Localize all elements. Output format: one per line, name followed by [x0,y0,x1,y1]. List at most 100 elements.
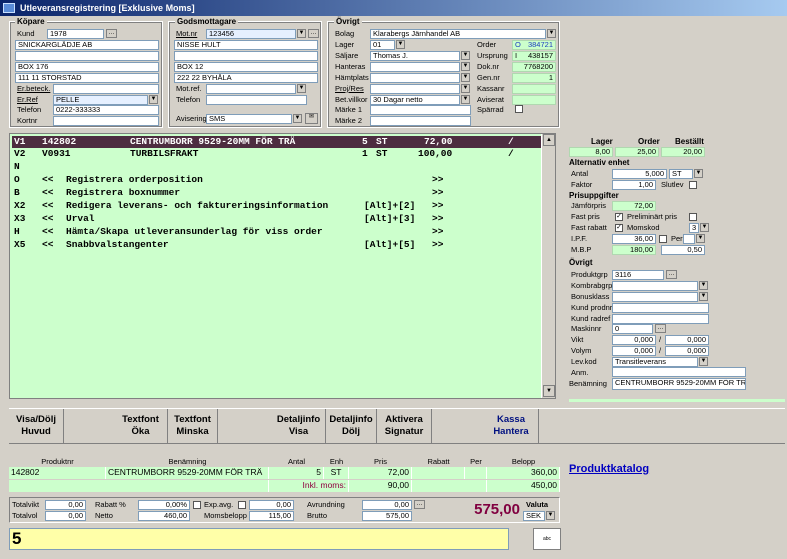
produktgrp-field[interactable]: 3116 [612,270,664,280]
godsmottagare-city-field[interactable]: 222 22 BYHÅLA [174,73,318,83]
kund-lookup-button[interactable]: … [106,29,117,38]
order-line-selected[interactable]: V1 142802 CENTRUMBORR 9529-20MM FÖR TRÄ 5 ST… [12,136,553,148]
menu-item-registrera-boxnummer[interactable]: B << Registrera boxnummer >> [12,187,553,199]
kopare-address1-field[interactable] [15,51,159,61]
valuta-field[interactable]: SEK [523,511,545,521]
command-input[interactable]: 5 [9,528,509,550]
lager-dropdown-button[interactable]: ▼ [396,40,405,49]
godsmottagare-name-field[interactable]: NISSE HULT [174,40,318,50]
row-benamning[interactable]: CENTRUMBORR 9529-20MM FÖR TRÄ [106,467,269,479]
per-field[interactable] [683,234,695,244]
projres-field[interactable] [370,84,460,94]
menu-item-urval[interactable]: X3 << Urval [Alt]+[3] >> [12,213,553,225]
faktor-field[interactable]: 1,00 [612,180,656,190]
kombrabgrp-field[interactable] [612,281,698,291]
erref-field[interactable]: PELLE [53,95,148,105]
textfont-minska-button[interactable]: Textfont Minska [168,409,218,443]
scroll-up-icon[interactable]: ▲ [543,134,555,146]
produktgrp-lookup-button[interactable]: … [666,270,677,279]
rabatt-field[interactable]: 0,00% [138,500,190,510]
kombrabgrp-dropdown-button[interactable]: ▼ [699,281,708,290]
marke2-field[interactable] [370,116,471,126]
envelope-icon[interactable]: ✉ [305,113,318,124]
fastpris-checkbox[interactable]: ✓ [615,213,623,221]
lager-field[interactable]: 01 [370,40,395,50]
erbeteck-field[interactable] [53,84,159,94]
antal-unit-dropdown-button[interactable]: ▼ [694,169,703,178]
expavg-checkbox-2[interactable] [238,501,246,509]
hamtplats-dropdown-button[interactable]: ▼ [461,73,470,82]
expavg-field[interactable]: 0,00 [249,500,294,510]
order-lines-scrollbar[interactable]: ▲ ▼ [541,134,555,398]
antal-unit-field[interactable]: ST [669,169,693,179]
saljare-field[interactable]: Thomas J. [370,51,460,61]
hamtplats-field[interactable] [370,73,460,83]
ipf-field[interactable]: 36,00 [612,234,656,244]
textfont-oka-button[interactable]: Textfont Öka [114,409,168,443]
kundprodnr-field[interactable] [612,303,709,313]
sparrad-checkbox[interactable] [515,105,523,113]
saljare-dropdown-button[interactable]: ▼ [461,51,470,60]
aktivera-signatur-button[interactable]: Aktivera Signatur [377,409,432,443]
marke1-field[interactable] [370,105,471,115]
motnr-lookup-button[interactable]: … [308,29,319,38]
kundradref-field[interactable] [612,314,709,324]
menu-item-snabbval[interactable]: X5 << Snabbvalstangenter [Alt]+[5] >> [12,239,553,251]
bonusklass-dropdown-button[interactable]: ▼ [699,292,708,301]
betvillkor-dropdown-button[interactable]: ▼ [461,95,470,104]
produktkatalog-link[interactable]: Produktkatalog [569,463,649,475]
scroll-down-icon[interactable]: ▼ [543,385,555,397]
godsmottagare-address1-field[interactable] [174,51,318,61]
kopare-telefon-field[interactable]: 0222-333333 [53,105,159,115]
motref-field[interactable] [206,84,296,94]
motnr-dropdown-button[interactable]: ▼ [297,29,306,38]
per-dropdown-button[interactable]: ▼ [696,234,705,243]
maskinnr-lookup-button[interactable]: … [655,324,666,333]
projres-dropdown-button[interactable]: ▼ [461,84,470,93]
momskod-field[interactable]: 3 [689,223,699,233]
kopare-name-field[interactable]: SNICKARGLÄDJE AB [15,40,159,50]
hanteras-dropdown-button[interactable]: ▼ [461,62,470,71]
keyboard-icon[interactable]: abc [533,528,561,550]
visa-dolj-huvud-button[interactable]: Visa/Dölj Huvud [9,409,64,443]
vikt-field-2[interactable]: 0,000 [665,335,709,345]
menu-item-hamta-skapa[interactable]: H << Hämta/Skapa utleveransunderlag för vi… [12,226,553,238]
slutlev-checkbox[interactable] [689,181,697,189]
menu-item-n[interactable]: N [12,161,553,173]
kopare-address2-field[interactable]: BOX 176 [15,62,159,72]
detaljinfo-visa-button[interactable]: Detaljinfo Visa [272,409,326,443]
volym-field-1[interactable]: 0,000 [612,346,656,356]
kopare-city-field[interactable]: 111 11 STORSTAD [15,73,159,83]
order-line[interactable]: V2 V0931 TURBILSFRAKT 1 ST 100,00/ [12,148,553,160]
row-pris[interactable]: 72,00 [349,467,412,479]
row-per[interactable] [465,467,487,479]
detaljinfo-dolj-button[interactable]: Detaljinfo Dölj [326,409,377,443]
prelpris-checkbox[interactable] [689,213,697,221]
motref-dropdown-button[interactable]: ▼ [297,84,306,93]
row-rabatt[interactable] [412,467,465,479]
row-antal[interactable]: 5 [269,467,324,479]
godsmottagare-telefon-field[interactable] [206,95,307,105]
hanteras-field[interactable] [370,62,460,72]
betvillkor-field[interactable]: 30 Dagar netto [370,95,460,105]
benamning-field[interactable]: CENTRUMBORR 9529-20MM FÖR TRÄ [612,378,746,390]
expavg-checkbox[interactable] [193,501,201,509]
kassa-hantera-button[interactable]: Kassa Hantera [484,409,539,443]
avisering-dropdown-button[interactable]: ▼ [293,114,302,123]
ipf-checkbox[interactable] [659,235,667,243]
godsmottagare-address2-field[interactable]: BOX 12 [174,62,318,72]
row-enh[interactable]: ST [324,467,349,479]
motnr-field[interactable]: 123456 [206,29,296,39]
menu-item-redigera[interactable]: X2 << Redigera leverans- och faktureringsi… [12,200,553,212]
volym-field-2[interactable]: 0,000 [665,346,709,356]
fastrabatt-checkbox[interactable]: ✓ [615,224,623,232]
bonusklass-field[interactable] [612,292,698,302]
levkod-dropdown-button[interactable]: ▼ [699,357,708,366]
bolag-dropdown-button[interactable]: ▼ [547,29,556,38]
antal-field[interactable]: 5,000 [612,169,667,179]
valuta-dropdown-button[interactable]: ▼ [546,511,555,520]
kortnr-field[interactable] [53,116,159,126]
erref-dropdown-button[interactable]: ▼ [149,95,158,104]
menu-item-registrera-orderposition[interactable]: O << Registrera orderposition >> [12,174,553,186]
avisering-field[interactable]: SMS [206,114,292,124]
